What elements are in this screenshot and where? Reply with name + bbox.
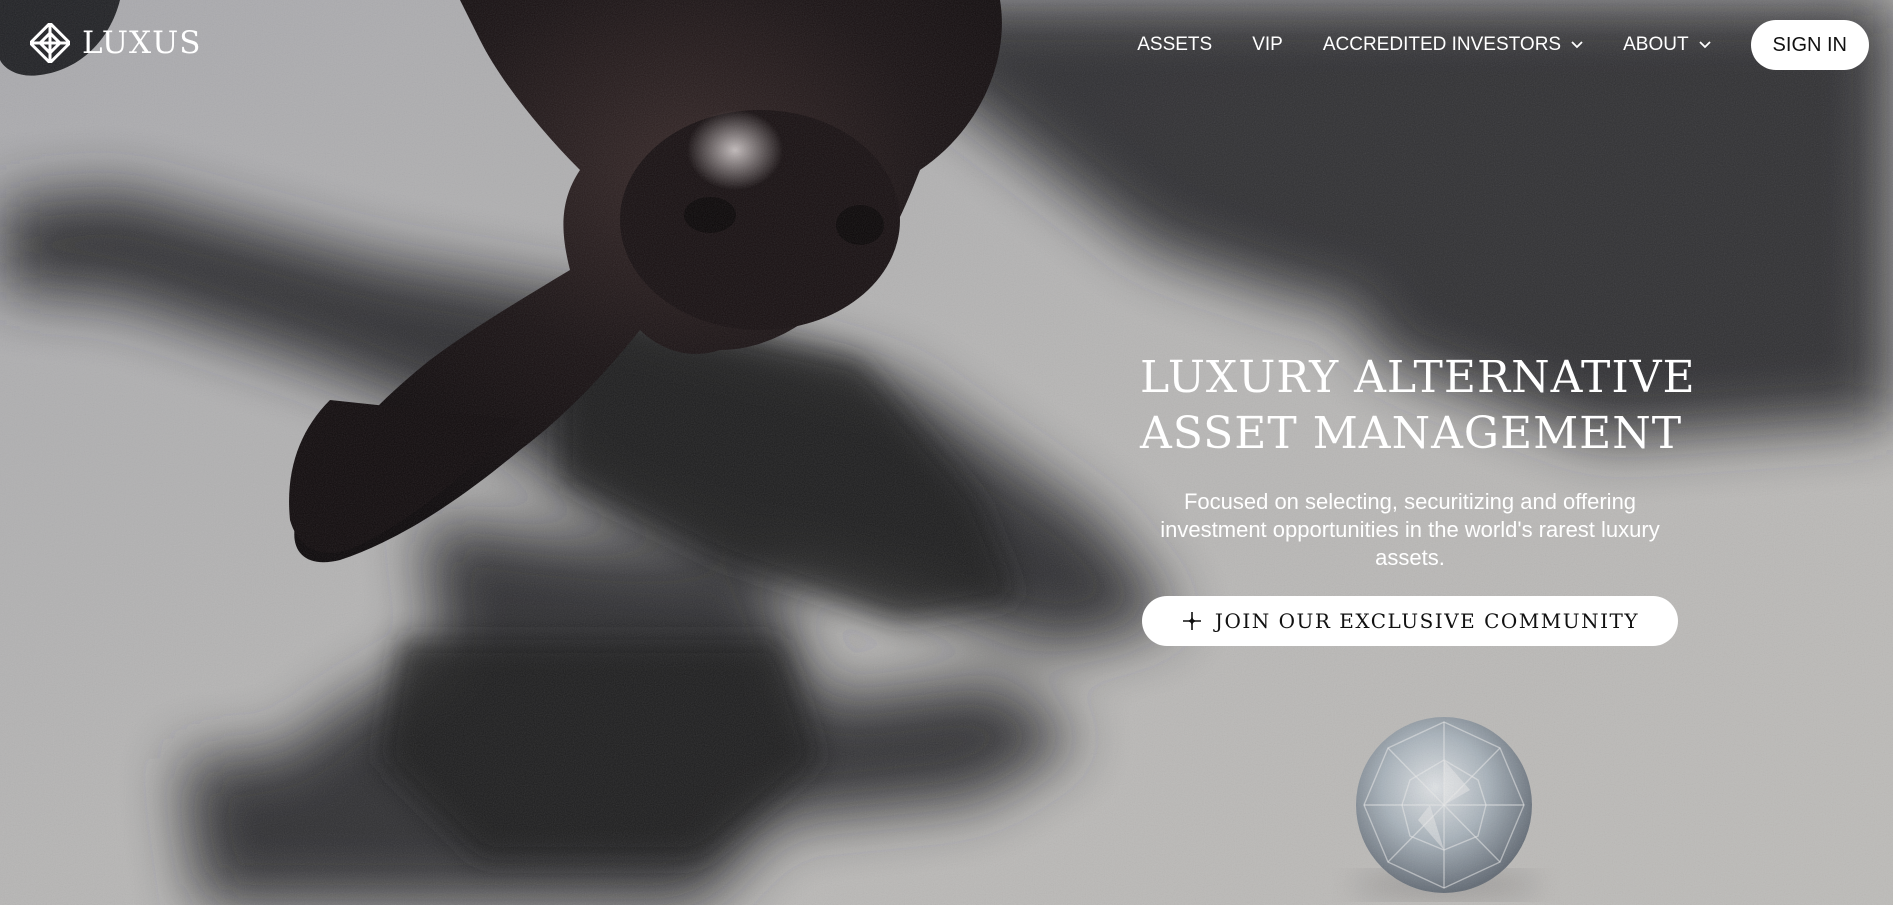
- chevron-down-icon: [1698, 41, 1711, 49]
- chevron-down-icon: [1571, 41, 1583, 49]
- nav-item-vip[interactable]: VIP: [1252, 34, 1283, 56]
- sign-in-button[interactable]: SIGN IN: [1750, 20, 1869, 70]
- cta-label: JOIN OUR EXCLUSIVE COMMUNITY: [1214, 609, 1640, 633]
- main-nav: ASSETS VIP ACCREDITED INVESTORS ABOUT SI…: [1137, 18, 1869, 72]
- nav-item-label: ABOUT: [1623, 34, 1689, 55]
- nav-item-label: ASSETS: [1137, 34, 1213, 55]
- brand-name: LUXUS: [82, 24, 202, 61]
- hero-title: LUXURY ALTERNATIVE ASSET MANAGEMENT: [1140, 350, 1696, 462]
- nav-item-label: ACCREDITED INVESTORS: [1322, 34, 1562, 55]
- hero-title-line: LUXURY ALTERNATIVE: [1140, 352, 1696, 403]
- brand-logo[interactable]: LUXUS: [30, 22, 201, 64]
- nav-item-accredited-investors[interactable]: ACCREDITED INVESTORS: [1323, 34, 1583, 56]
- hero-title-line: ASSET MANAGEMENT: [1140, 408, 1683, 459]
- hero-subtitle: Focused on selecting, securitizing and o…: [1160, 489, 1660, 570]
- sparkle-icon: [1182, 612, 1201, 630]
- join-community-button[interactable]: JOIN OUR EXCLUSIVE COMMUNITY: [1142, 596, 1678, 646]
- hero-content: LUXURY ALTERNATIVE ASSET MANAGEMENT Focu…: [1140, 350, 1696, 646]
- luxus-knot-icon: [30, 23, 70, 63]
- nav-item-label: VIP: [1252, 34, 1283, 55]
- nav-item-about[interactable]: ABOUT: [1623, 34, 1711, 56]
- nav-item-assets[interactable]: ASSETS: [1137, 34, 1212, 56]
- hero-section: LUXUS ASSETS VIP ACCREDITED INVESTORS AB…: [0, 0, 1893, 905]
